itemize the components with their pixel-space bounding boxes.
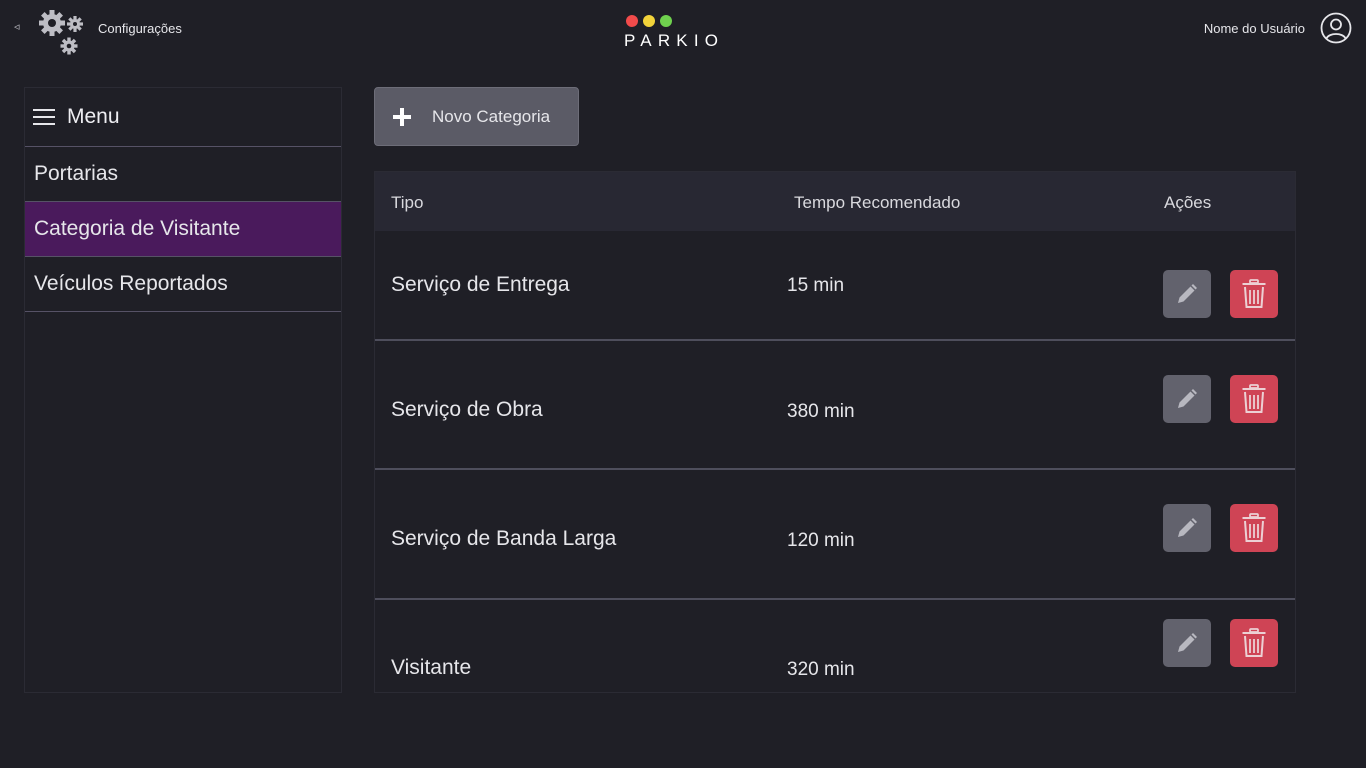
pencil-icon [1178, 284, 1197, 303]
edit-button[interactable] [1163, 375, 1211, 423]
column-header-acoes: Ações [1164, 193, 1212, 212]
cell-tipo: Serviço de Entrega [391, 273, 570, 296]
delete-button[interactable] [1230, 375, 1278, 423]
edit-button[interactable] [1163, 504, 1211, 552]
user-avatar-icon[interactable] [1320, 12, 1352, 44]
delete-button[interactable] [1230, 270, 1278, 318]
new-category-button[interactable]: Novo Categoria [374, 87, 579, 146]
cell-tempo: 320 min [787, 659, 855, 680]
table-header: Tipo Tempo Recomendado Ações [375, 172, 1295, 231]
plus-icon [393, 107, 411, 126]
trash-icon [1242, 513, 1266, 542]
pencil-icon [1178, 389, 1197, 408]
sidebar-menu: Menu Portarias Categoria de Visitante Ve… [24, 87, 342, 693]
column-header-tempo: Tempo Recomendado [794, 193, 961, 212]
logo-dot-red [626, 15, 638, 27]
menu-header[interactable]: Menu [25, 88, 341, 147]
new-category-label: Novo Categoria [432, 106, 551, 126]
table-row: Serviço de Entrega 15 min [375, 231, 1295, 341]
logo-dots [626, 15, 754, 27]
table-row: Serviço de Obra 380 min [375, 341, 1295, 470]
back-arrow-icon[interactable]: ◃ [14, 20, 20, 33]
column-header-tipo: Tipo [391, 193, 424, 212]
pencil-icon [1178, 518, 1197, 537]
sidebar-item-categoria-de-visitante[interactable]: Categoria de Visitante [25, 202, 341, 257]
cell-tempo: 120 min [787, 530, 855, 551]
edit-button[interactable] [1163, 619, 1211, 667]
cell-tipo: Serviço de Obra [391, 398, 543, 421]
user-name[interactable]: Nome do Usuário [1204, 21, 1305, 36]
cell-tipo: Visitante [391, 656, 472, 679]
cell-tipo: Serviço de Banda Larga [391, 527, 617, 550]
logo-dot-green [660, 15, 672, 27]
top-bar: ◃ Configurações PARKIO Nome do Usuário [0, 0, 1366, 60]
logo-dot-yellow [643, 15, 655, 27]
trash-icon [1242, 384, 1266, 413]
menu-title: Menu [67, 105, 120, 128]
edit-button[interactable] [1163, 270, 1211, 318]
logo-text: PARKIO [624, 31, 725, 50]
table-row: Visitante 320 min [375, 600, 1295, 692]
cell-tempo: 15 min [787, 275, 845, 296]
table-row: Serviço de Banda Larga 120 min [375, 470, 1295, 600]
delete-button[interactable] [1230, 619, 1278, 667]
trash-icon [1242, 279, 1266, 308]
sidebar-item-veiculos-reportados[interactable]: Veículos Reportados [25, 257, 341, 312]
hamburger-icon[interactable] [33, 108, 55, 126]
parkio-logo: PARKIO [624, 15, 754, 55]
pencil-icon [1178, 633, 1197, 652]
trash-icon [1242, 628, 1266, 657]
category-table: Tipo Tempo Recomendado Ações Serviço de … [374, 171, 1296, 693]
delete-button[interactable] [1230, 504, 1278, 552]
settings-label[interactable]: Configurações [98, 21, 182, 36]
settings-gears-icon[interactable] [38, 9, 86, 57]
sidebar-item-portarias[interactable]: Portarias [25, 147, 341, 202]
cell-tempo: 380 min [787, 401, 855, 422]
